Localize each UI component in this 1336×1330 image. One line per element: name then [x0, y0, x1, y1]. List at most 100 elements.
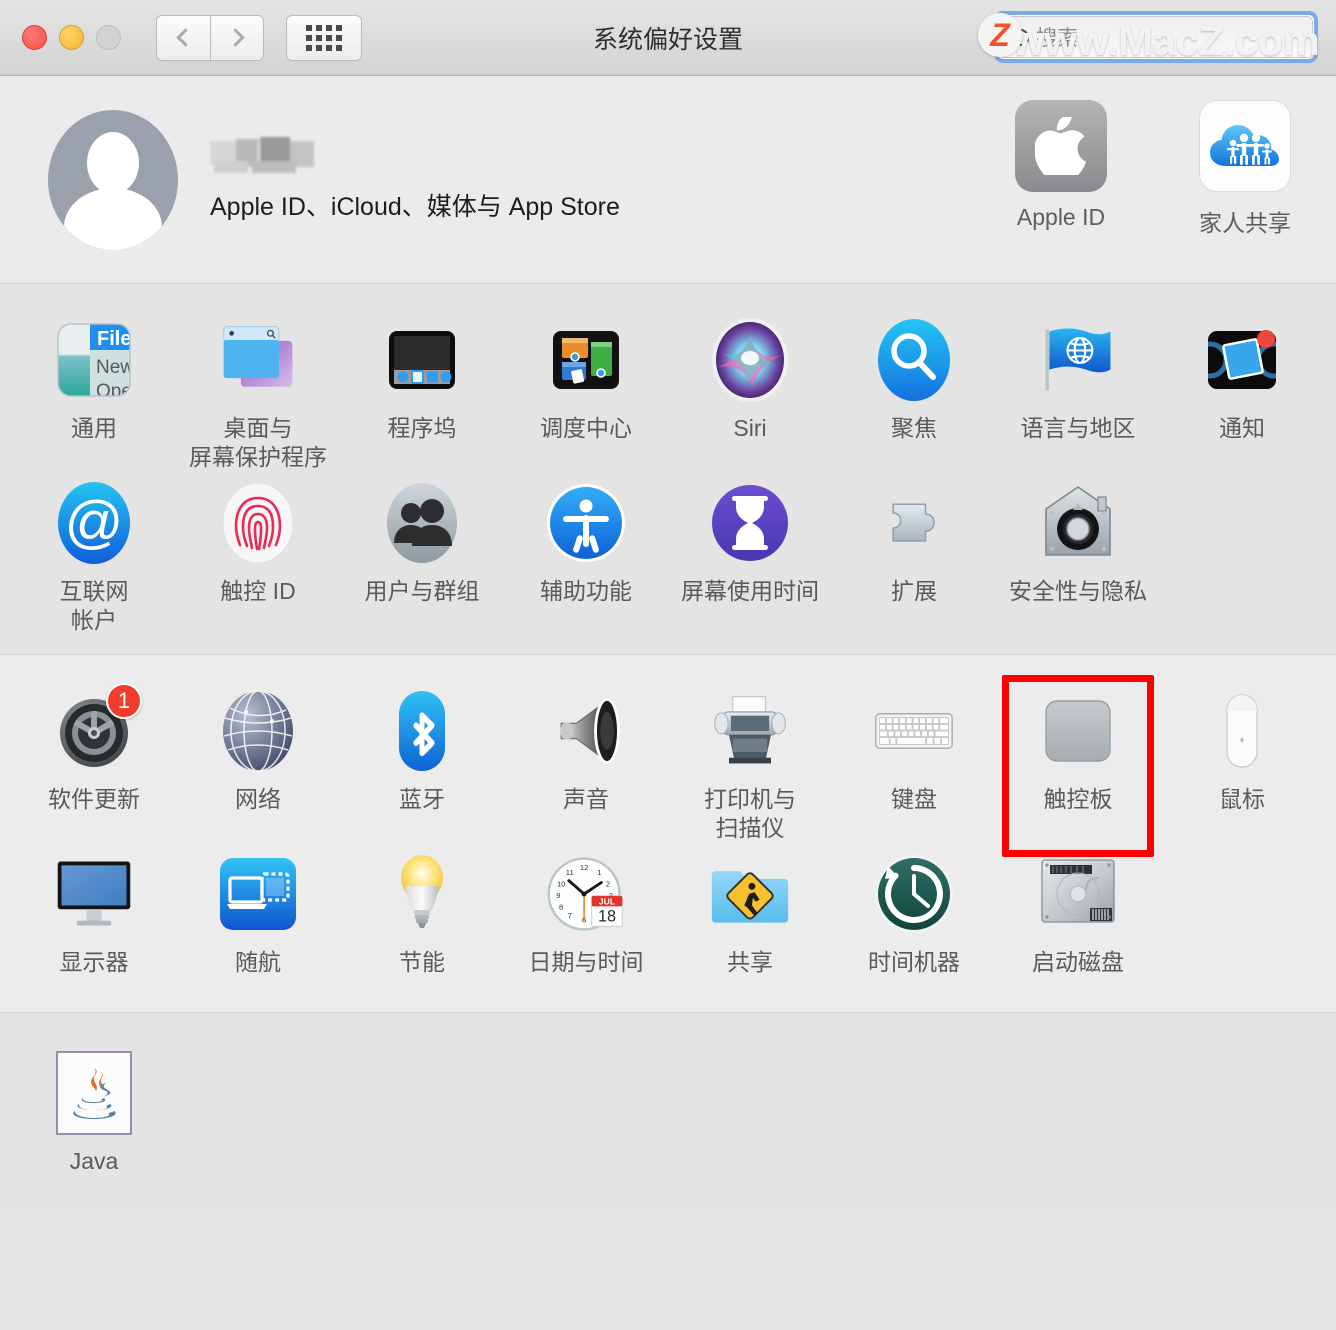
pref-family-sharing[interactable]: 家人共享 [1184, 100, 1306, 238]
pref-trackpad[interactable]: 触控板 [996, 674, 1160, 857]
pref-startup-disk[interactable]: 启动磁盘 [996, 844, 1160, 994]
pref-label: 软件更新 [48, 785, 140, 812]
pref-label: 触控 ID [220, 577, 296, 604]
pref-sharing[interactable]: 共享 [668, 844, 832, 994]
pref-displays[interactable]: 显示器 [12, 844, 176, 994]
pref-label: 触控板 [1043, 785, 1113, 812]
pref-time-machine[interactable]: 时间机器 [832, 844, 996, 994]
account-shortcuts: Apple ID 家人共享 [1000, 100, 1306, 238]
preferences-grid: 1 软件更新 网络 蓝牙 声音 打印机与 扫描仪 键盘 触控板 鼠标 显示器 随… [0, 674, 1336, 994]
pref-printers-scanners[interactable]: 打印机与 扫描仪 [668, 681, 832, 844]
pref-sidecar[interactable]: 随航 [176, 844, 340, 994]
pref-mission-control[interactable]: 调度中心 [504, 310, 668, 473]
svg-text:12: 12 [580, 863, 588, 872]
show-all-button[interactable] [286, 14, 362, 61]
java-icon [56, 1050, 132, 1135]
pref-label: 键盘 [891, 785, 937, 812]
startup-disk-icon [1036, 852, 1120, 936]
spotlight-icon [872, 318, 956, 402]
pref-label: 安全性与隐私 [1009, 577, 1147, 604]
svg-text:7: 7 [568, 910, 572, 919]
pref-label: 程序坞 [387, 415, 457, 441]
pref-mouse[interactable]: 鼠标 [1160, 681, 1324, 844]
account-subtitle: Apple ID、iCloud、媒体与 App Store [210, 192, 620, 221]
pref-label: 互联网 帐户 [59, 577, 129, 634]
energy-saver-icon [380, 852, 464, 936]
mouse-icon [1200, 689, 1284, 773]
pref-keyboard[interactable]: 键盘 [832, 681, 996, 844]
pref-network[interactable]: 网络 [176, 681, 340, 844]
apple-id-account-row[interactable]: Apple ID、iCloud、媒体与 App Store Apple ID 家… [0, 76, 1336, 284]
status-badge: 1 [106, 682, 142, 719]
time-machine-icon [872, 852, 956, 936]
account-text: Apple ID、iCloud、媒体与 App Store [210, 136, 620, 223]
pref-label: 鼠标 [1219, 785, 1265, 812]
trackpad-icon [1036, 689, 1120, 773]
svg-text:JUL: JUL [599, 896, 615, 906]
svg-text:18: 18 [598, 907, 616, 925]
svg-text:8: 8 [559, 902, 563, 911]
pref-java[interactable]: Java [12, 1043, 176, 1193]
pref-extensions[interactable]: 扩展 [832, 473, 996, 636]
bluetooth-icon [380, 689, 464, 773]
keyboard-icon [872, 689, 956, 773]
svg-text:10: 10 [557, 879, 565, 888]
pref-label: 打印机与 扫描仪 [704, 785, 796, 842]
pref-sound[interactable]: 声音 [504, 681, 668, 844]
pref-label: 节能 [399, 948, 445, 975]
pref-software-update[interactable]: 1 软件更新 [12, 681, 176, 844]
pref-screen-time[interactable]: 屏幕使用时间 [668, 473, 832, 636]
pref-label: 通知 [1219, 415, 1265, 441]
pref-label: 聚焦 [891, 415, 937, 441]
back-button[interactable] [156, 14, 210, 61]
pref-desktop-screensaver[interactable]: 桌面与 屏幕保护程序 [176, 310, 340, 473]
forward-button[interactable] [210, 14, 264, 61]
pref-label: 显示器 [59, 948, 129, 975]
minimize-window-button[interactable] [59, 25, 84, 50]
pref-label: 启动磁盘 [1032, 948, 1124, 975]
account-name-redacted [210, 136, 322, 173]
pref-siri[interactable]: Siri [668, 310, 832, 473]
search-placeholder: 搜索 [1036, 27, 1078, 50]
pref-security-privacy[interactable]: 安全性与隐私 [996, 473, 1160, 636]
mission-control-icon [544, 318, 628, 402]
pref-label: Java [69, 1147, 119, 1174]
pref-accessibility[interactable]: 辅助功能 [504, 473, 668, 636]
pref-label: 声音 [563, 785, 609, 812]
search-field-wrapper[interactable]: 搜索 www.MacZ.com Z [978, 11, 1320, 64]
preferences-grid: File New Ope 通用 桌面与 屏幕保护程序 程序坞 调度中心 Siri… [0, 310, 1336, 636]
pref-spotlight[interactable]: 聚焦 [832, 310, 996, 473]
pref-internet-accounts[interactable]: @ 互联网 帐户 [12, 473, 176, 636]
preferences-section-other: Java [0, 1012, 1336, 1213]
users-groups-icon [380, 481, 464, 565]
sharing-folder-icon [708, 852, 792, 936]
pref-apple-id[interactable]: Apple ID [1000, 100, 1122, 238]
pref-touch-id[interactable]: 触控 ID [176, 473, 340, 636]
svg-text:1: 1 [597, 868, 601, 877]
pref-label: Siri [733, 415, 767, 441]
search-input[interactable]: 搜索 [999, 16, 1313, 58]
pref-label: 通用 [71, 415, 117, 441]
pref-label: 用户与群组 [364, 577, 480, 604]
pref-label: 蓝牙 [399, 785, 445, 812]
extensions-puzzle-icon [872, 481, 956, 565]
preferences-section-hardware: 1 软件更新 网络 蓝牙 声音 打印机与 扫描仪 键盘 触控板 鼠标 显示器 随… [0, 654, 1336, 1013]
pref-general[interactable]: File New Ope 通用 [12, 310, 176, 473]
accessibility-icon [544, 481, 628, 565]
pref-energy-saver[interactable]: 节能 [340, 844, 504, 994]
preferences-grid: Java [0, 1043, 1336, 1193]
preferences-section-personal: File New Ope 通用 桌面与 屏幕保护程序 程序坞 调度中心 Siri… [0, 284, 1336, 655]
pref-language-region[interactable]: 语言与地区 [996, 310, 1160, 473]
sound-speaker-icon [544, 689, 628, 773]
pref-notifications[interactable]: 通知 [1160, 310, 1324, 473]
close-window-button[interactable] [22, 25, 47, 50]
pref-users-groups[interactable]: 用户与群组 [340, 473, 504, 636]
date-time-icon: 1212 345 678 91011 JUL 18 [544, 852, 628, 936]
pref-bluetooth[interactable]: 蓝牙 [340, 681, 504, 844]
pref-date-time[interactable]: 1212 345 678 91011 JUL 18 [504, 844, 668, 994]
svg-text:@: @ [65, 490, 124, 555]
zoom-window-button[interactable] [96, 25, 121, 50]
pref-dock[interactable]: 程序坞 [340, 310, 504, 473]
pref-label: 调度中心 [540, 415, 632, 441]
software-update-icon: 1 [52, 682, 142, 773]
